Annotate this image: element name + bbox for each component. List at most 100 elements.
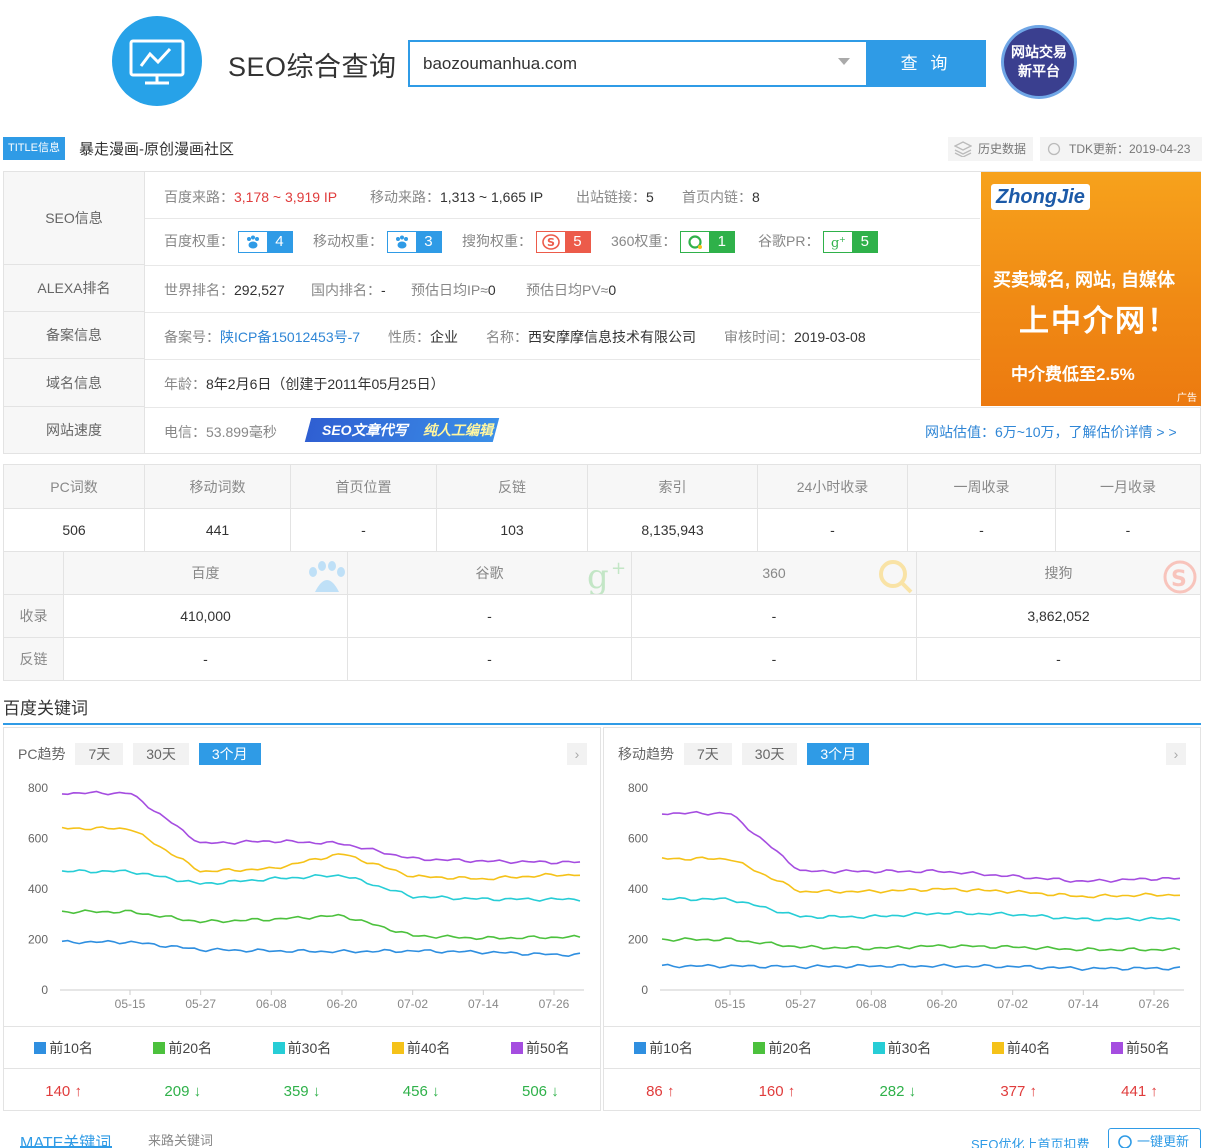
- engines-table: 百度 谷歌 g + 360 搜狗 S 收录 410,000 - - 3,862,0…: [3, 551, 1201, 681]
- outlinks: 出站链接：5: [576, 189, 654, 205]
- svg-text:+: +: [611, 558, 626, 579]
- audit-time: 审核时间：2019-03-08: [724, 329, 866, 345]
- history-button[interactable]: 历史数据: [948, 137, 1033, 161]
- sogou-weight[interactable]: 搜狗权重： S5: [462, 231, 591, 254]
- stat-header: 反链: [436, 464, 588, 509]
- legend-item[interactable]: 前20名: [753, 1038, 812, 1058]
- engine-row-label: 反链: [3, 637, 64, 681]
- series-line: [661, 810, 1181, 883]
- google-pr[interactable]: 谷歌PR： g +5: [758, 231, 879, 254]
- legend-item[interactable]: 前30名: [272, 1038, 331, 1058]
- stat-value[interactable]: 441: [144, 508, 291, 552]
- tab-30d[interactable]: 30天: [133, 743, 189, 765]
- rank-value[interactable]: 359 ↓: [284, 1083, 321, 1100]
- paw-icon: [387, 232, 416, 253]
- rank-value[interactable]: 209 ↓: [164, 1083, 201, 1100]
- google-plus-icon: g +: [587, 558, 626, 594]
- tab-source-keywords[interactable]: 来路关键词: [148, 1130, 213, 1148]
- app-logo: [112, 16, 202, 106]
- valuation-link[interactable]: 网站估值：6万~10万，了解估价详情 > >: [925, 422, 1177, 442]
- svg-text:S: S: [547, 236, 555, 249]
- ad-logo: ZhongJie: [991, 184, 1090, 210]
- engine-header-google: 谷歌 g +: [347, 551, 632, 595]
- mobile-traffic: 移动来路：1,313 ~ 1,665 IP: [370, 189, 544, 205]
- x-tick-label: 07-14: [1068, 997, 1099, 1011]
- stat-header: PC词数: [3, 464, 145, 509]
- legend-item[interactable]: 前10名: [634, 1038, 693, 1058]
- ad-banner[interactable]: ZhongJie 买卖域名, 网站, 自媒体 上中介网！ 中介费低至2.5% 广…: [981, 172, 1201, 406]
- pc-trend-chart: 0 200 400 600 800 05-15 05-27 06-08 06-20 07-02 07…: [28, 781, 584, 1011]
- daily-pv: 预估日均PV≈0: [526, 282, 617, 298]
- x-tick-label: 07-26: [1139, 997, 1170, 1011]
- legend-item[interactable]: 前50名: [511, 1038, 570, 1058]
- tab-7d[interactable]: 7天: [684, 743, 732, 765]
- legend-item[interactable]: 前50名: [1111, 1038, 1170, 1058]
- stat-value[interactable]: 8,135,943: [587, 508, 758, 552]
- rank-value[interactable]: 282 ↓: [879, 1083, 916, 1100]
- legend-item[interactable]: 前40名: [391, 1038, 450, 1058]
- tab-30d[interactable]: 30天: [741, 743, 798, 765]
- legend-item[interactable]: 前20名: [153, 1038, 212, 1058]
- rank-value[interactable]: 140 ↑: [45, 1083, 82, 1100]
- mobile-weight[interactable]: 移动权重： 3: [313, 231, 442, 254]
- engine-value: -: [347, 594, 632, 638]
- label-seo: SEO信息: [4, 172, 145, 265]
- x-tick-label: 06-20: [327, 997, 358, 1011]
- trade-platform-badge[interactable]: 网站交易 新平台: [1001, 25, 1077, 99]
- rank-value[interactable]: 506 ↓: [522, 1083, 559, 1100]
- tab-3m[interactable]: 3个月: [198, 743, 261, 765]
- y-tick-label: 400: [628, 882, 648, 896]
- mobile-trend-label: 移动趋势: [618, 746, 674, 762]
- world-rank: 世界排名：292,527: [164, 282, 285, 298]
- icp-number[interactable]: 备案号：陕ICP备15012453号-7: [164, 327, 360, 347]
- arrow-up-icon: ↑: [1029, 1082, 1038, 1100]
- svg-text:+: +: [839, 235, 846, 244]
- legend-item[interactable]: 前30名: [872, 1038, 931, 1058]
- chevron-right-icon[interactable]: ›: [1166, 743, 1186, 765]
- chevron-right-icon[interactable]: ›: [567, 743, 587, 765]
- company: 名称：西安摩摩信息技术有限公司: [486, 329, 696, 345]
- search-button[interactable]: 查 询: [866, 40, 986, 87]
- tdk-update-button[interactable]: TDK更新：2019-04-23: [1040, 137, 1202, 161]
- legend-item[interactable]: 前10名: [34, 1038, 93, 1058]
- x-tick-label: 06-20: [927, 997, 958, 1011]
- arrow-down-icon: ↓: [908, 1082, 917, 1100]
- search-input[interactable]: [410, 42, 810, 85]
- rank-value[interactable]: 160 ↑: [759, 1083, 796, 1100]
- legend-item[interactable]: 前40名: [991, 1038, 1050, 1058]
- series-line: [661, 856, 1181, 899]
- svg-text:g: g: [587, 558, 609, 594]
- 360-icon: [681, 232, 710, 253]
- rank-value[interactable]: 456 ↓: [403, 1083, 440, 1100]
- baidu-weight[interactable]: 百度权重： 4: [164, 231, 293, 254]
- y-tick-label: 400: [28, 882, 48, 896]
- stat-header: 一周收录: [907, 464, 1056, 509]
- arrow-up-icon: ↑: [74, 1082, 82, 1100]
- x-tick-label: 05-27: [785, 997, 816, 1011]
- rank-value[interactable]: 377 ↑: [1000, 1083, 1037, 1100]
- weight-360[interactable]: 360权重： 1: [611, 231, 736, 254]
- engine-value[interactable]: 3,862,052: [916, 594, 1201, 638]
- update-all-button[interactable]: 一键更新: [1108, 1128, 1201, 1148]
- arrow-up-icon: ↑: [1150, 1082, 1158, 1100]
- rank-value[interactable]: 441 ↑: [1121, 1083, 1158, 1100]
- mobile-trend-panel: 移动趋势 7天 30天 3个月 › 0 200 400 600 800 05-15 05-2…: [603, 727, 1201, 1111]
- rank-value[interactable]: 86 ↑: [646, 1083, 674, 1100]
- page-title: SEO综合查询: [228, 52, 397, 82]
- seo-article-banner[interactable]: SEO文章代写 纯人工编辑: [304, 418, 500, 442]
- engine-value[interactable]: 410,000: [63, 594, 348, 638]
- y-tick-label: 200: [28, 933, 48, 947]
- tab-3m[interactable]: 3个月: [807, 743, 870, 765]
- seo-optimize-link[interactable]: SEO优化上首页扣费: [971, 1134, 1089, 1148]
- stat-value[interactable]: 103: [436, 508, 588, 552]
- sogou-icon: S: [536, 232, 565, 253]
- stat-value[interactable]: 506: [3, 508, 145, 552]
- chevron-down-icon[interactable]: [838, 58, 850, 65]
- stat-header: 索引: [587, 464, 758, 509]
- series-line: [661, 937, 1181, 952]
- tab-7d[interactable]: 7天: [75, 743, 124, 765]
- search-box[interactable]: [408, 40, 866, 87]
- chart-legend: 前10名 前20名 前30名 前40名 前50名: [4, 1026, 600, 1069]
- engine-header-sogou: 搜狗 S: [916, 551, 1201, 595]
- stat-header: 移动词数: [144, 464, 291, 509]
